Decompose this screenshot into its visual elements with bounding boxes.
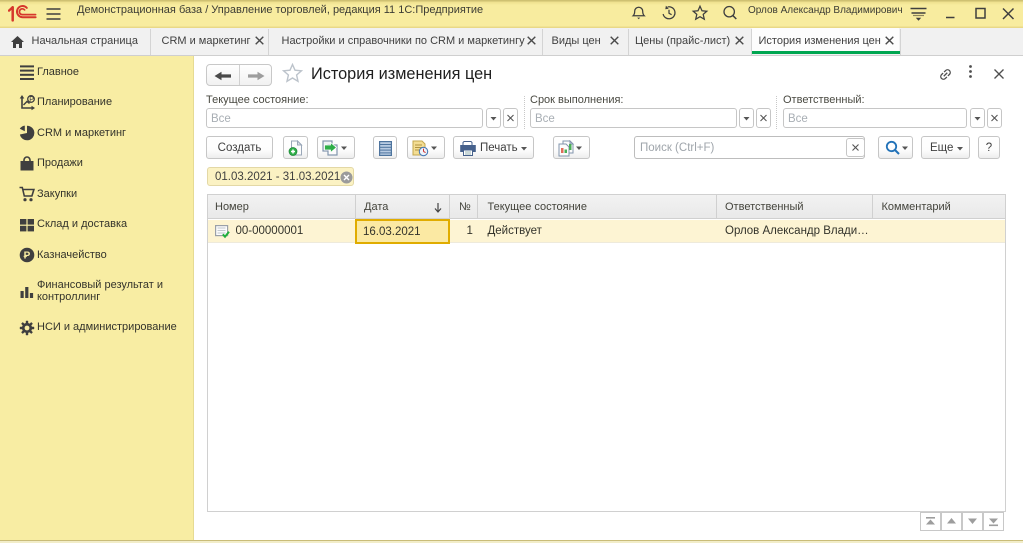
svg-text:P: P	[29, 96, 34, 103]
